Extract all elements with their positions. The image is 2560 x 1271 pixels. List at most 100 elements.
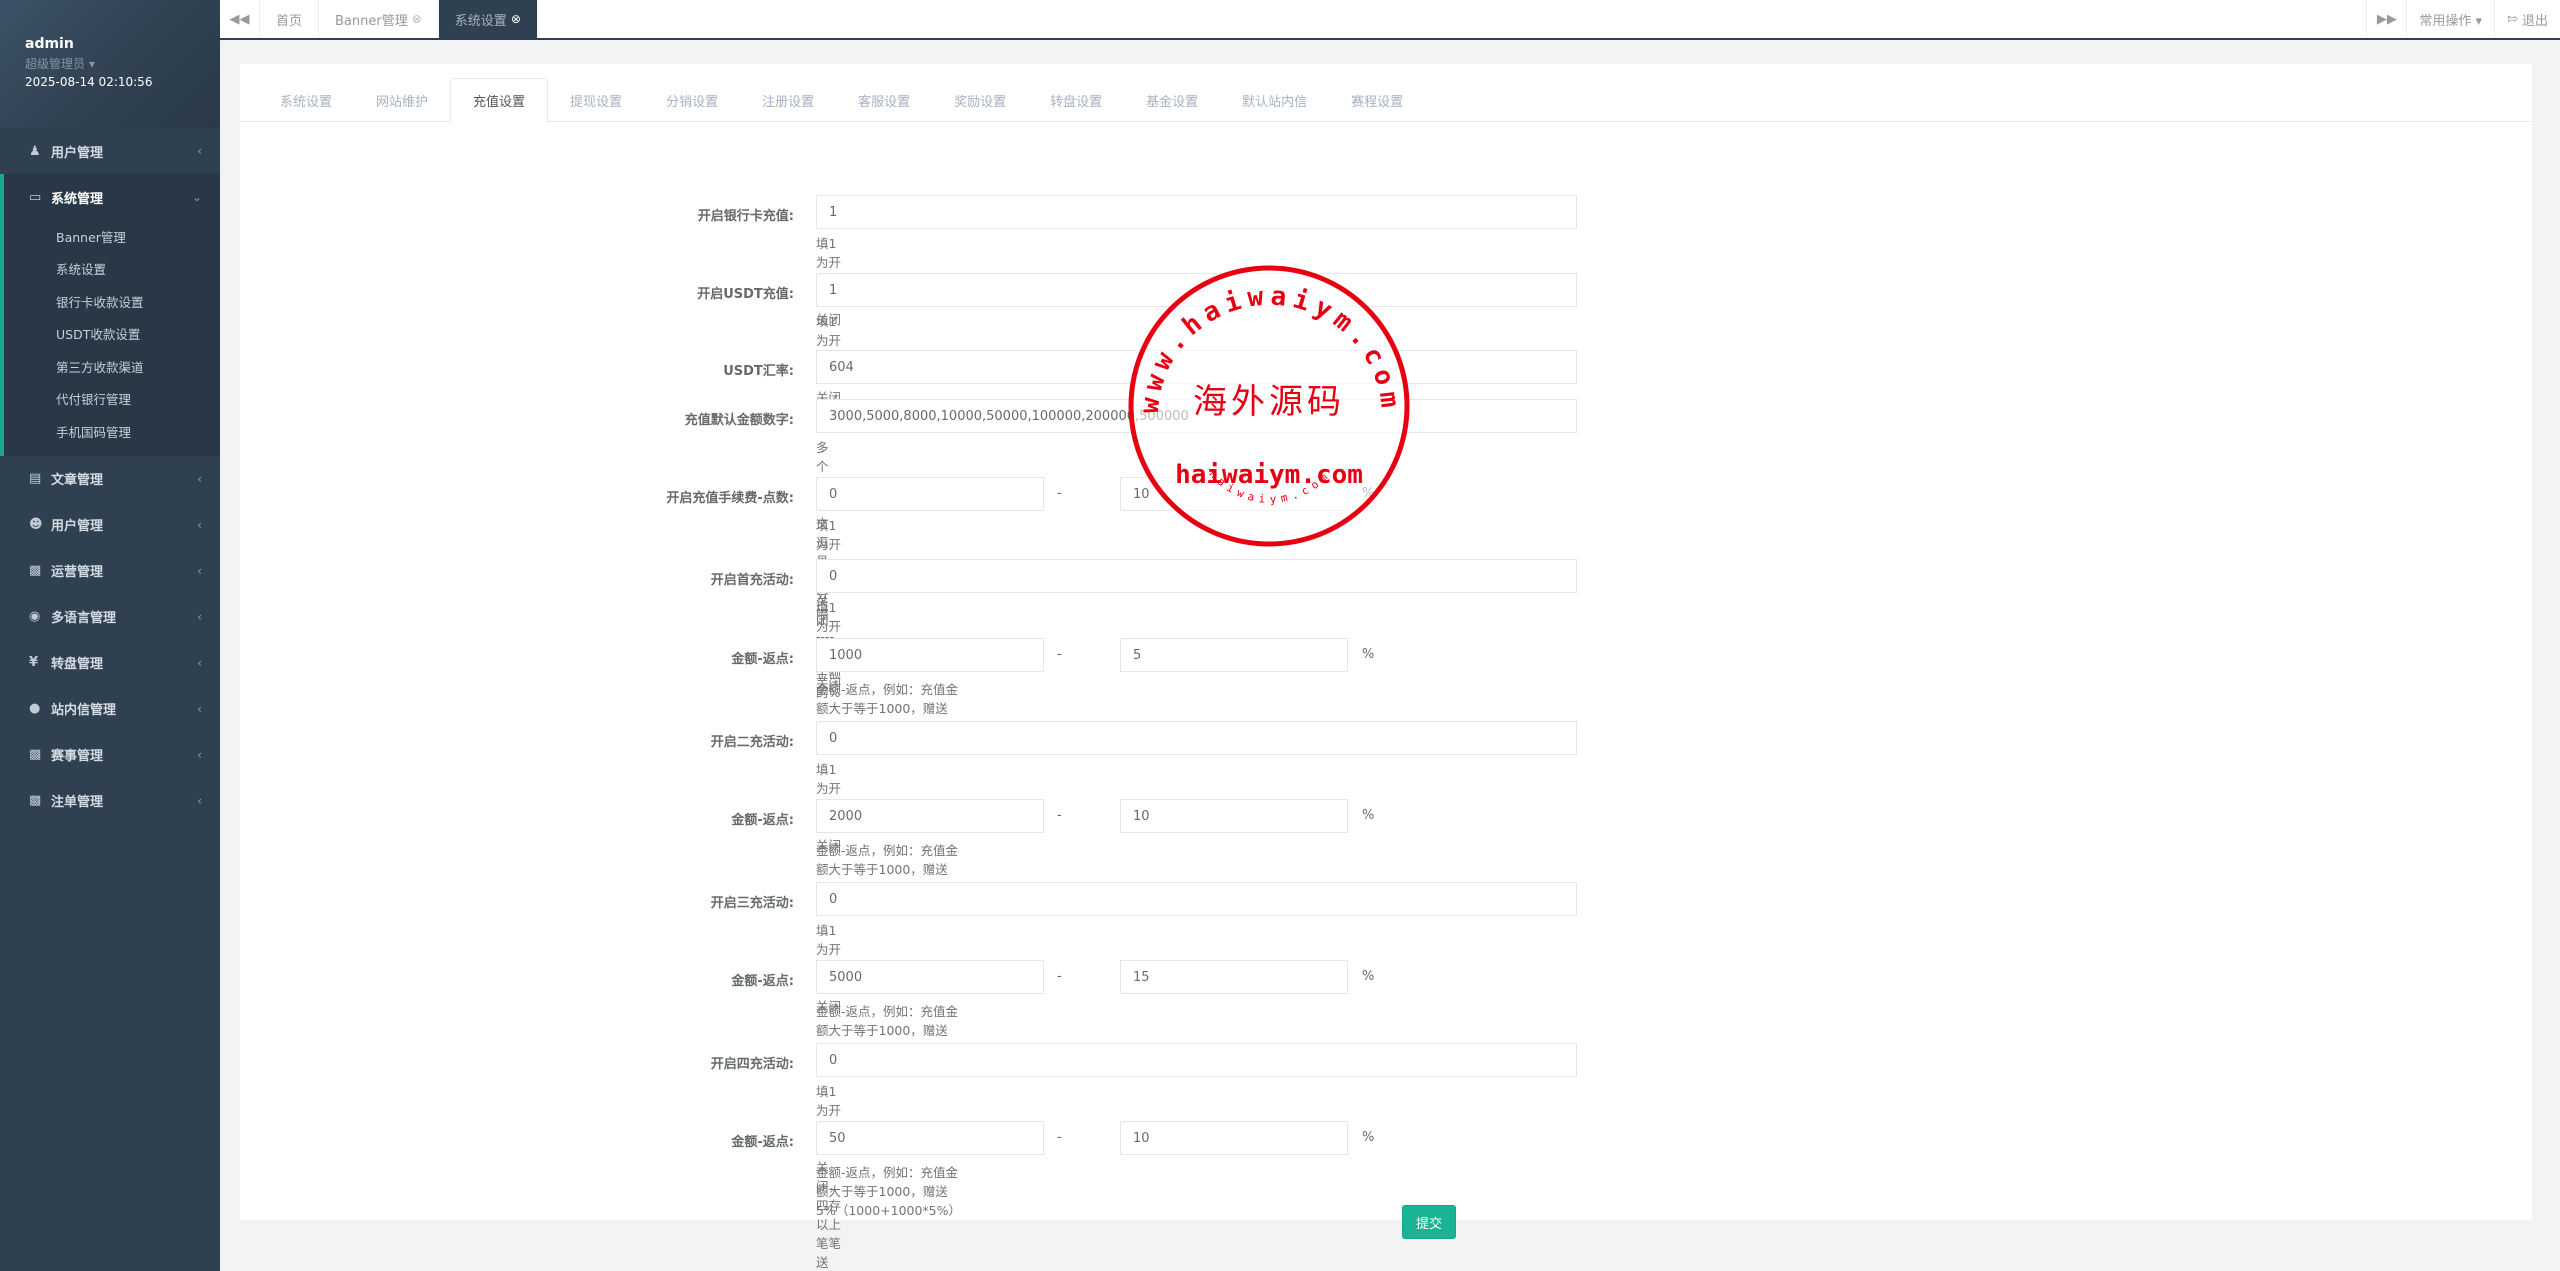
first-activity-input[interactable]: 0 — [816, 559, 1577, 593]
percent-unit: % — [1362, 969, 1375, 984]
first-rebate-amount-input[interactable]: 1000 — [816, 638, 1044, 672]
range-separator: - — [1057, 808, 1062, 823]
submit-button[interactable]: 提交 — [1402, 1205, 1456, 1239]
tab-recharge-settings[interactable]: 充值设置 — [450, 78, 549, 123]
sidebar-item-languages[interactable]: ◉ 多语言管理 ‹ — [0, 594, 220, 640]
sidebar-item-label: 注单管理 — [51, 795, 104, 810]
sidebar-item-label: 站内信管理 — [51, 703, 117, 718]
tab-reward-settings[interactable]: 奖励设置 — [932, 78, 1028, 122]
range-separator: - — [1057, 969, 1062, 984]
field-label: 金额-返点: — [731, 1135, 794, 1150]
sidebar-subitem-bank-receive[interactable]: 银行卡收款设置 — [4, 285, 220, 318]
field-label: 开启充值手续费-点数: — [666, 491, 794, 506]
settings-panel: 系统设置 网站维护 充值设置 提现设置 分销设置 注册设置 客服设置 奖励设置 … — [240, 64, 2532, 1270]
bank-recharge-input[interactable]: 1 — [816, 195, 1577, 229]
chevron-left-icon: ‹ — [197, 563, 202, 578]
sidebar-subitem-system-settings[interactable]: 系统设置 — [4, 253, 220, 286]
tab-distribution-settings[interactable]: 分销设置 — [644, 78, 740, 122]
tab-service-settings[interactable]: 客服设置 — [836, 78, 932, 122]
page-tab-system-settings[interactable]: 系统设置 ⊗ — [438, 0, 538, 38]
sidebar-item-operations[interactable]: ▩ 运营管理 ‹ — [0, 548, 220, 594]
field-label: 金额-返点: — [731, 974, 794, 989]
sidebar-item-messages[interactable]: ● 站内信管理 ‹ — [0, 686, 220, 732]
field-label: 金额-返点: — [731, 652, 794, 667]
tab-fund-settings[interactable]: 基金设置 — [1124, 78, 1220, 122]
third-rebate-percent-input[interactable]: 15 — [1120, 960, 1348, 994]
desktop-icon: ▭ — [29, 189, 42, 205]
second-rebate-amount-input[interactable]: 2000 — [816, 799, 1044, 833]
tabs-scroll-left-button[interactable]: ◀◀ — [220, 0, 260, 38]
sidebar-item-user-management[interactable]: ♟ 用户管理 ‹ — [0, 128, 220, 174]
page-tab-home[interactable]: 首页 — [260, 0, 320, 38]
field-label: 开启首充活动: — [710, 573, 794, 588]
fee-percent-input[interactable]: 10 — [1120, 477, 1348, 511]
page-tab-label: 首页 — [276, 13, 303, 29]
sidebar-item-label: 转盘管理 — [51, 657, 104, 672]
usdt-rate-input[interactable]: 604 — [816, 350, 1577, 384]
fourth-rebate-percent-input[interactable]: 10 — [1120, 1121, 1348, 1155]
sidebar-subnav: Banner管理 系统设置 银行卡收款设置 USDT收款设置 第三方收款渠道 代… — [4, 220, 220, 456]
sidebar-item-wheel[interactable]: ¥ 转盘管理 ‹ — [0, 640, 220, 686]
field-label: 开启三充活动: — [710, 896, 794, 911]
tab-system-settings[interactable]: 系统设置 — [258, 78, 354, 122]
tab-site-maintenance[interactable]: 网站维护 — [354, 78, 450, 122]
common-operations-dropdown[interactable]: 常用操作 ▾ — [2406, 0, 2494, 38]
sidebar-subitem-banner[interactable]: Banner管理 — [4, 220, 220, 253]
sidebar-item-label: 赛事管理 — [51, 749, 104, 764]
sidebar-item-events[interactable]: ▩ 赛事管理 ‹ — [0, 732, 220, 778]
fourth-rebate-amount-input[interactable]: 50 — [816, 1121, 1044, 1155]
range-separator: - — [1057, 486, 1062, 501]
tab-withdraw-settings[interactable]: 提现设置 — [548, 78, 644, 122]
logout-button[interactable]: ⇰ 退出 — [2494, 0, 2560, 38]
sidebar-subitem-phone-code[interactable]: 手机国码管理 — [4, 415, 220, 448]
chevron-left-icon: ‹ — [197, 471, 202, 486]
chevron-left-icon: ‹ — [197, 144, 202, 158]
tabs-scroll-right-button[interactable]: ▶▶ — [2366, 0, 2406, 38]
field-label: 充值默认金额数字: — [684, 413, 794, 428]
third-activity-input[interactable]: 0 — [816, 882, 1577, 916]
tab-schedule-settings[interactable]: 赛程设置 — [1329, 78, 1425, 122]
settings-tabs: 系统设置 网站维护 充值设置 提现设置 分销设置 注册设置 客服设置 奖励设置 … — [240, 64, 2532, 123]
chevron-left-icon: ‹ — [197, 701, 202, 716]
sidebar-item-articles[interactable]: ▤ 文章管理 ‹ — [0, 456, 220, 502]
sidebar-item-users[interactable]: ☻ 用户管理 ‹ — [0, 502, 220, 548]
usdt-recharge-input[interactable]: 1 — [816, 273, 1577, 307]
sidebar-item-label: 多语言管理 — [51, 611, 117, 626]
profile-time: 2025-08-14 02:10:56 — [25, 75, 153, 89]
page-tab-label: Banner管理 — [335, 13, 408, 29]
percent-unit: % — [1362, 486, 1375, 501]
sidebar: admin 超级管理员 ▾ 2025-08-14 02:10:56 ♟ 用户管理… — [0, 0, 220, 1271]
chevron-left-icon: ‹ — [197, 609, 202, 624]
field-label: 金额-返点: — [731, 813, 794, 828]
fee-enable-input[interactable]: 0 — [816, 477, 1044, 511]
first-rebate-percent-input[interactable]: 5 — [1120, 638, 1348, 672]
percent-unit: % — [1362, 1130, 1375, 1145]
tab-default-message[interactable]: 默认站内信 — [1220, 78, 1329, 122]
chevron-left-icon: ‹ — [197, 655, 202, 670]
third-rebate-amount-input[interactable]: 5000 — [816, 960, 1044, 994]
topbar-right: ▶▶ 常用操作 ▾ ⇰ 退出 — [2366, 0, 2560, 38]
chevron-left-icon: ‹ — [197, 793, 202, 808]
close-icon[interactable]: ⊗ — [511, 12, 521, 26]
bar-chart-icon: ▩ — [29, 793, 42, 808]
tab-register-settings[interactable]: 注册设置 — [740, 78, 836, 122]
sidebar-subitem-usdt-receive[interactable]: USDT收款设置 — [4, 318, 220, 351]
sidebar-item-label: 系统管理 — [51, 191, 104, 207]
bar-chart-icon: ▩ — [29, 747, 42, 762]
sidebar-item-label: 用户管理 — [51, 519, 104, 534]
page-tab-banner[interactable]: Banner管理 ⊗ — [319, 0, 439, 38]
tab-wheel-settings[interactable]: 转盘设置 — [1028, 78, 1124, 122]
fourth-activity-input[interactable]: 0 — [816, 1043, 1577, 1077]
profile-role-dropdown[interactable]: 超级管理员 ▾ — [25, 55, 220, 72]
sidebar-item-bets[interactable]: ▩ 注单管理 ‹ — [0, 778, 220, 824]
close-icon[interactable]: ⊗ — [412, 12, 422, 26]
sidebar-subitem-third-party[interactable]: 第三方收款渠道 — [4, 350, 220, 383]
page-tabs: 首页 Banner管理 ⊗ 系统设置 ⊗ — [260, 0, 538, 38]
page-tab-label: 系统设置 — [454, 13, 507, 29]
sidebar-item-system-management[interactable]: ▭ 系统管理 ⌄ — [4, 174, 220, 220]
default-amounts-input[interactable]: 3000,5000,8000,10000,50000,100000,200000… — [816, 399, 1577, 433]
second-activity-input[interactable]: 0 — [816, 721, 1577, 755]
sidebar-subitem-payout-bank[interactable]: 代付银行管理 — [4, 383, 220, 416]
range-separator: - — [1057, 1130, 1062, 1145]
second-rebate-percent-input[interactable]: 10 — [1120, 799, 1348, 833]
